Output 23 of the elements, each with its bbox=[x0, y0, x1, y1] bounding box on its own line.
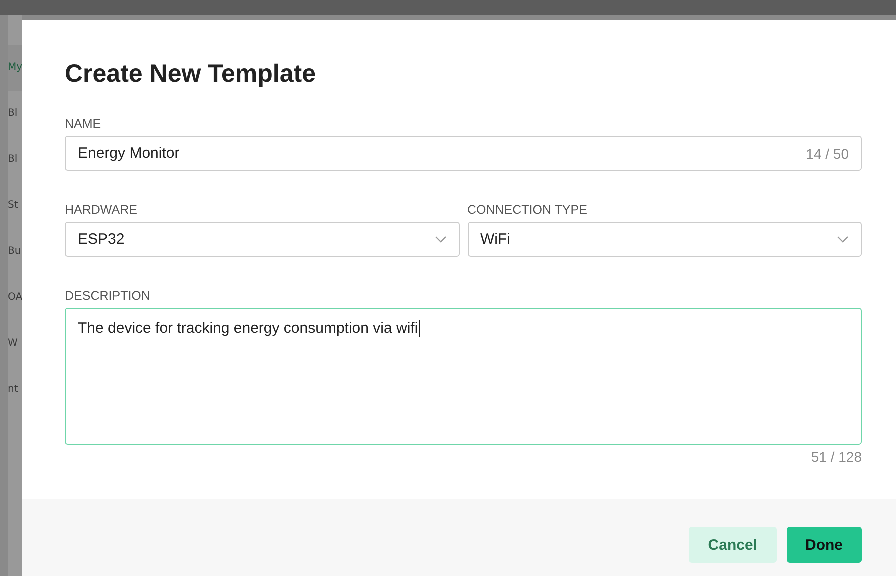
select-field[interactable]: WiFi bbox=[468, 222, 862, 257]
character-counter: 14 / 50 bbox=[806, 146, 849, 162]
sidebar-item[interactable]: OA bbox=[8, 275, 22, 321]
character-counter: 51 / 128 bbox=[811, 449, 862, 465]
chevron-down-icon bbox=[837, 236, 849, 244]
field-label: HARDWARE bbox=[65, 203, 138, 217]
done-button[interactable]: Done bbox=[786, 527, 862, 563]
sidebar-item[interactable]: Bu bbox=[8, 229, 22, 275]
sidebar-item[interactable]: St bbox=[8, 183, 22, 229]
chevron-down-icon bbox=[434, 236, 446, 244]
sidebar-item[interactable]: nt bbox=[8, 367, 22, 413]
select-field[interactable]: ESP32 bbox=[65, 222, 460, 257]
sidebar-item[interactable]: W bbox=[8, 321, 22, 367]
name-field[interactable]: Energy Monitor 14 / 50 bbox=[65, 136, 862, 171]
description-field[interactable]: The device for tracking energy consumption via wifi bbox=[65, 308, 862, 445]
field-label: DESCRIPTION bbox=[65, 289, 152, 303]
sidebar-item[interactable]: Bl bbox=[8, 137, 22, 183]
sidebar-item[interactable]: Bl bbox=[8, 91, 22, 137]
field-label: CONNECTION TYPE bbox=[468, 203, 588, 217]
dialog-title: Create New Template bbox=[65, 60, 318, 89]
field-label: NAME bbox=[65, 117, 102, 131]
sidebar-item[interactable]: My bbox=[8, 45, 22, 91]
cancel-button[interactable]: Cancel bbox=[689, 527, 776, 563]
